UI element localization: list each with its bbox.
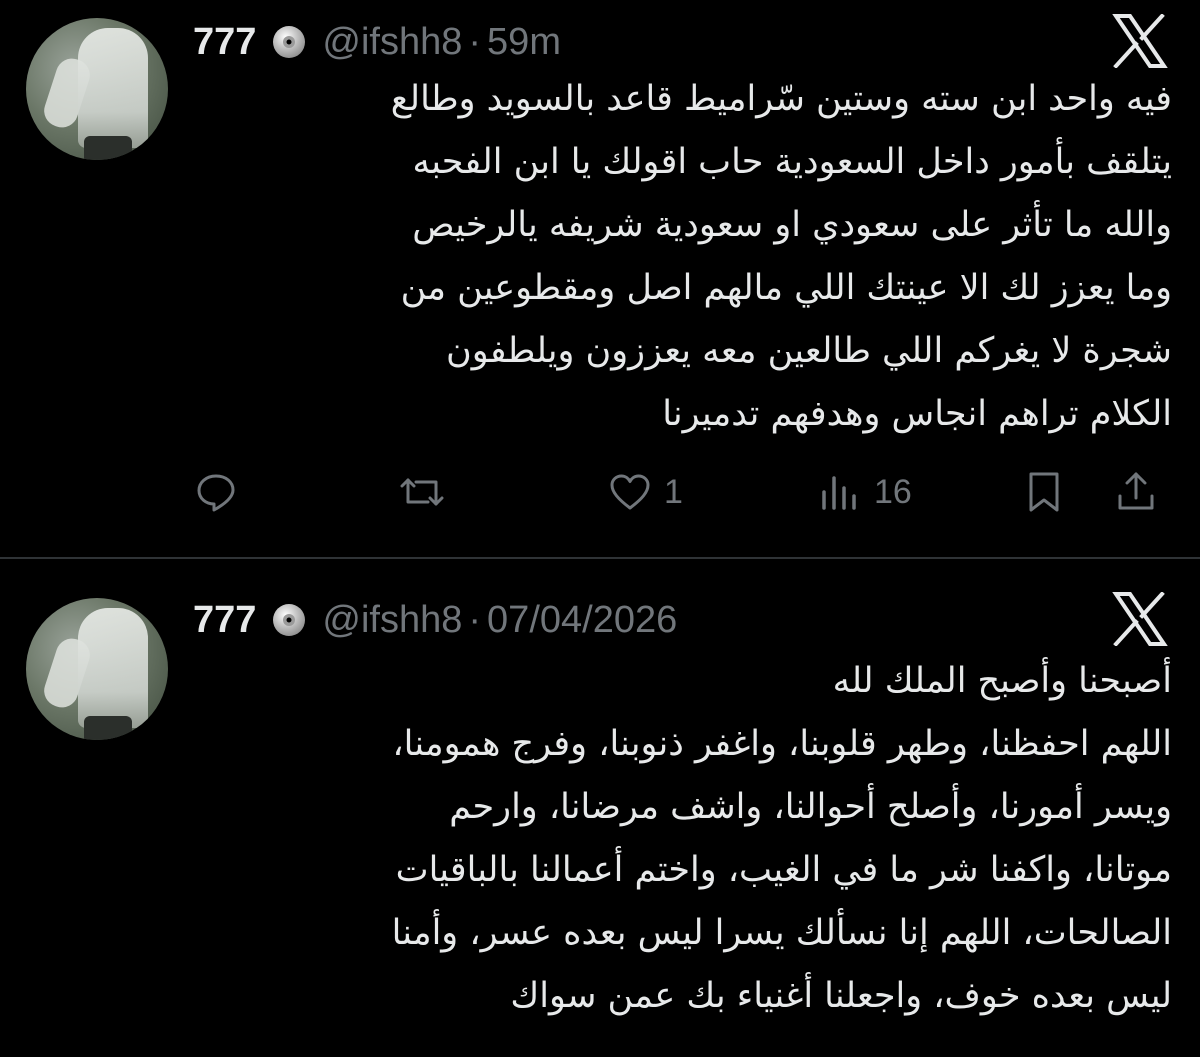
avatar-figure: [78, 28, 148, 148]
retweet-icon: [400, 478, 444, 506]
tweet[interactable]: 777 @ifshh8 · 59m فيه واحد ابن سته وستين…: [0, 0, 1200, 558]
tweet-text-line: اللهم احفظنا، وطهر قلوبنا، واغفر ذنوبنا،…: [392, 724, 1172, 764]
separator-dot: ·: [468, 598, 482, 641]
like-button[interactable]: 1: [608, 462, 683, 522]
author-handle[interactable]: @ifshh8: [322, 599, 462, 642]
views-count: 16: [874, 472, 912, 511]
tweet-text: فيه واحد ابن سته وستين سّراميط قاعد بالس…: [190, 68, 1172, 446]
tweet-text-line: الكلام تراهم انجاس وهدفهم تدميرنا: [662, 394, 1172, 434]
avatar[interactable]: [26, 18, 168, 160]
tweet[interactable]: 777 @ifshh8 · 07/04/2026 أصبحنا وأصبح ال…: [0, 560, 1200, 1057]
tweet-text-line: الصالحات، اللهم إنا نسألك يسرا ليس بعده …: [391, 913, 1172, 953]
bookmark-button[interactable]: [1022, 462, 1066, 522]
tweet-text-line: يتلقف بأمور داخل السعودية حاب اقولك يا ا…: [412, 142, 1172, 182]
reply-button[interactable]: [194, 462, 238, 522]
separator-dot: ·: [468, 20, 482, 63]
avatar-figure: [78, 608, 148, 728]
share-icon: [1118, 472, 1154, 510]
author-handle[interactable]: @ifshh8: [322, 21, 462, 64]
tweet-text-line: والله ما تأثر على سعودي او سعودية شريفه …: [412, 205, 1172, 245]
tweet-text-line: وما يعزز لك الا عينتك اللي مالهم اصل ومق…: [400, 268, 1172, 308]
tweet-text-line: ليس بعده خوف، واجعلنا أغنياء بك عمن سواك: [510, 976, 1172, 1016]
bookmark-icon: [1029, 472, 1059, 512]
x-logo-icon: [1112, 591, 1168, 647]
tweet-text-line: شجرة لا يغركم اللي طالعين معه يعززون ويل…: [446, 331, 1172, 371]
cd-disc-icon: [272, 603, 306, 637]
reply-icon: [197, 474, 235, 512]
tweet-feed: 777 @ifshh8 · 59m فيه واحد ابن سته وستين…: [0, 0, 1200, 1057]
avatar-figure-legs: [84, 136, 132, 160]
tweet-text-line: موتانا، واكفنا شر ما في الغيب، واختم أعم…: [395, 850, 1172, 890]
tweet-timestamp[interactable]: 59m: [487, 21, 561, 64]
tweet-divider: [0, 557, 1200, 559]
author-name[interactable]: 777: [193, 599, 256, 642]
tweet-timestamp[interactable]: 07/04/2026: [487, 599, 677, 642]
tweet-text-line: أصبحنا وأصبح الملك لله: [832, 661, 1172, 701]
avatar-figure-legs: [84, 716, 132, 740]
avatar[interactable]: [26, 598, 168, 740]
heart-icon: [610, 474, 650, 510]
views-button[interactable]: 16: [818, 462, 912, 522]
like-count: 1: [664, 472, 683, 511]
x-logo-icon: [1112, 13, 1168, 69]
tweet-text: أصبحنا وأصبح الملك لله اللهم احفظنا، وطه…: [190, 650, 1172, 1028]
tweet-actions: 1 16: [190, 462, 1172, 522]
share-button[interactable]: [1114, 462, 1158, 522]
tweet-text-line: فيه واحد ابن سته وستين سّراميط قاعد بالس…: [390, 79, 1172, 119]
tweet-header: 777 @ifshh8 · 07/04/2026: [193, 592, 677, 648]
author-name[interactable]: 777: [193, 21, 256, 64]
cd-disc-icon: [272, 25, 306, 59]
views-icon: [822, 476, 856, 510]
retweet-button[interactable]: [400, 462, 444, 522]
tweet-text-line: ويسر أمورنا، وأصلح أحوالنا، واشف مرضانا،…: [449, 787, 1172, 827]
tweet-header: 777 @ifshh8 · 59m: [193, 14, 561, 70]
